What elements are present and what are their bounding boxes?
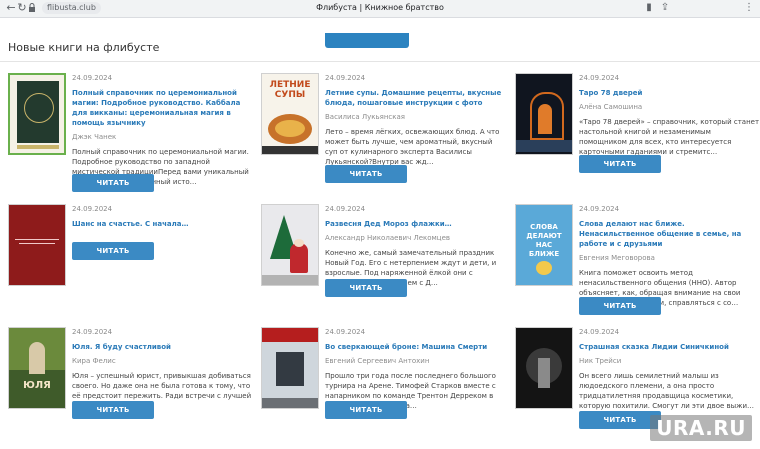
- book-card: ЮЛЯ 24.09.2024 Юля. Я буду счастливой Ки…: [8, 327, 256, 437]
- section-divider: [0, 61, 760, 62]
- book-title-link[interactable]: Слова делают нас ближе. Ненасильственное…: [579, 219, 760, 249]
- book-date: 24.09.2024: [325, 74, 366, 82]
- book-cover[interactable]: СЛОВА ДЕЛАЮТ НАС БЛИЖЕ: [515, 204, 573, 286]
- book-author[interactable]: Василиса Лукьянская: [325, 113, 507, 122]
- book-title-link[interactable]: Развесня Дед Мороз флажки…: [325, 219, 507, 229]
- book-title-link[interactable]: Полный справочник по церемониальной маги…: [72, 88, 254, 128]
- cover-title: ЮЛЯ: [23, 380, 51, 391]
- book-cover[interactable]: [261, 204, 319, 286]
- book-author[interactable]: Джэк Чанек: [72, 133, 254, 142]
- book-cover[interactable]: [8, 73, 66, 155]
- book-cover[interactable]: ЮЛЯ: [8, 327, 66, 409]
- browser-toolbar: ← ↻ flibusta.club Флибуста | Книжное бра…: [0, 0, 760, 18]
- book-date: 24.09.2024: [72, 205, 113, 213]
- book-description: Лето – время лёгких, освежающих блюд. А …: [325, 128, 500, 166]
- share-icon[interactable]: ⇪: [658, 1, 672, 15]
- book-author[interactable]: Кира Фелис: [72, 357, 254, 366]
- book-card: СЛОВА ДЕЛАЮТ НАС БЛИЖЕ 24.09.2024 Слова …: [515, 204, 760, 328]
- book-cover[interactable]: [261, 327, 319, 409]
- read-free-button[interactable]: ЧИТАТЬ БЕСПЛАТНО: [325, 279, 407, 310]
- cover-title: ЛЕТНИЕ СУПЫ: [269, 80, 311, 100]
- book-title-link[interactable]: Таро 78 дверей: [579, 88, 760, 98]
- book-date: 24.09.2024: [72, 328, 113, 336]
- book-cover[interactable]: [8, 204, 66, 286]
- section-title: Новые книги на флибусте: [8, 41, 160, 54]
- book-card: 24.09.2024 Шанс на счастье. С начала… ЧИ…: [8, 204, 256, 314]
- book-title-link[interactable]: Шанс на счастье. С начала…: [72, 219, 254, 229]
- cover-title: СЛОВА ДЕЛАЮТ НАС БЛИЖЕ: [526, 223, 562, 258]
- book-cover[interactable]: [515, 327, 573, 409]
- book-title-link[interactable]: Летние супы. Домашние рецепты, вкусные б…: [325, 88, 507, 108]
- bookmark-icon[interactable]: ▮: [642, 1, 656, 15]
- book-date: 24.09.2024: [72, 74, 113, 82]
- menu-dots-icon[interactable]: ⋮: [742, 1, 756, 15]
- book-date: 24.09.2024: [325, 328, 366, 336]
- book-author[interactable]: Евгений Сергеевич Антохин: [325, 357, 507, 366]
- book-author[interactable]: Ник Трейси: [579, 357, 760, 366]
- book-card: 24.09.2024 Во сверкающей броне: Машина С…: [261, 327, 509, 437]
- book-card: ЛЕТНИЕ СУПЫ 24.09.2024 Летние супы. Дома…: [261, 73, 509, 196]
- previous-read-button[interactable]: [325, 33, 409, 48]
- book-title-link[interactable]: Юля. Я буду счастливой: [72, 342, 254, 352]
- read-free-button[interactable]: ЧИТАТЬ БЕСПЛАТНО: [579, 297, 661, 328]
- read-free-button[interactable]: ЧИТАТЬ БЕСПЛАТНО: [325, 401, 407, 432]
- book-date: 24.09.2024: [325, 205, 366, 213]
- read-free-button[interactable]: ЧИТАТЬ БЕСПЛАТНО: [72, 174, 154, 205]
- book-description: Он всего лишь семилетний малыш из людоед…: [579, 372, 755, 410]
- book-cover[interactable]: ЛЕТНИЕ СУПЫ: [261, 73, 319, 155]
- book-date: 24.09.2024: [579, 328, 620, 336]
- read-free-button[interactable]: ЧИТАТЬ БЕСПЛАТНО: [579, 411, 661, 442]
- read-free-button[interactable]: ЧИТАТЬ БЕСПЛАТНО: [579, 155, 661, 186]
- read-free-button[interactable]: ЧИТАТЬ БЕСПЛАТНО: [325, 165, 407, 196]
- book-cover[interactable]: [515, 73, 573, 155]
- book-title-link[interactable]: Во сверкающей броне: Машина Смерти: [325, 342, 507, 352]
- book-card: 24.09.2024 Развесня Дед Мороз флажки… Ал…: [261, 204, 509, 314]
- book-author[interactable]: Евгения Меговорова: [579, 254, 760, 263]
- book-author[interactable]: Алёна Самошина: [579, 103, 760, 112]
- book-card: 24.09.2024 Таро 78 дверей Алёна Самошина…: [515, 73, 760, 193]
- book-author[interactable]: Александр Николаевич Лекомцев: [325, 234, 507, 243]
- book-card: 24.09.2024 Полный справочник по церемони…: [8, 73, 256, 205]
- book-title-link[interactable]: Страшная сказка Лидии Синичкиной: [579, 342, 760, 352]
- book-date: 24.09.2024: [579, 74, 620, 82]
- read-free-button[interactable]: ЧИТАТЬ БЕСПЛАТНО: [72, 242, 154, 273]
- watermark-logo: URA.RU: [650, 415, 752, 441]
- book-description: «Таро 78 дверей» – справочник, который с…: [579, 118, 760, 156]
- book-date: 24.09.2024: [579, 205, 620, 213]
- read-free-button[interactable]: ЧИТАТЬ БЕСПЛАТНО: [72, 401, 154, 432]
